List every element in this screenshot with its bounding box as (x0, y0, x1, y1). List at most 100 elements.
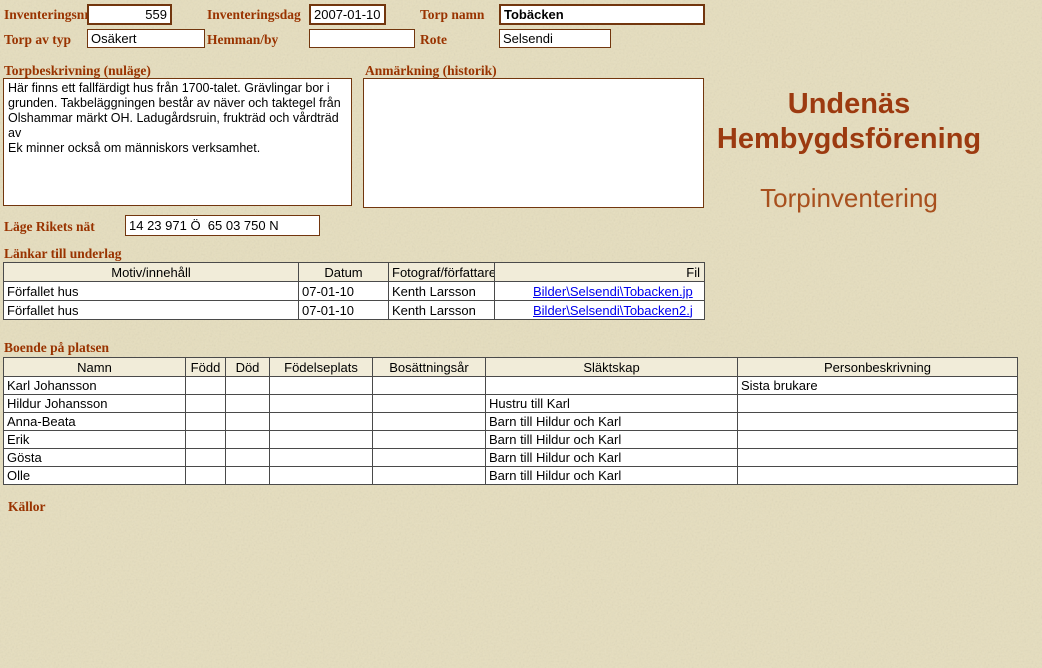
cell-namn: Hildur Johansson (4, 395, 186, 413)
cell-slaktskap: Barn till Hildur och Karl (486, 413, 738, 431)
residents-table-header-row: Namn Född Död Födelseplats Bosättningsår… (4, 358, 1018, 377)
cell-personbeskrivning (738, 467, 1018, 485)
cell-namn: Gösta (4, 449, 186, 467)
links-section-heading: Länkar till underlag (4, 246, 122, 262)
residents-col-bosattningsar: Bosättningsår (373, 358, 486, 377)
lage-rikets-nat-input[interactable] (125, 215, 320, 236)
table-row: Förfallet hus07-01-10Kenth Larsson Bilder… (4, 282, 705, 301)
inventeringsdag-label: Inventeringsdag (207, 7, 301, 23)
residents-col-personbeskrivning: Personbeskrivning (738, 358, 1018, 377)
residents-col-slaktskap: Släktskap (486, 358, 738, 377)
cell-bosattningsar (373, 395, 486, 413)
cell-personbeskrivning (738, 449, 1018, 467)
table-row: Erik Barn till Hildur och Karl (4, 431, 1018, 449)
cell-fodd (186, 377, 226, 395)
cell-fodd (186, 431, 226, 449)
cell-fodelseplats (270, 431, 373, 449)
org-title-line1: Undenäs (688, 87, 1010, 122)
cell-bosattningsar (373, 449, 486, 467)
cell-namn: Olle (4, 467, 186, 485)
table-row: Karl Johansson Sista brukare (4, 377, 1018, 395)
residents-col-fodelseplats: Födelseplats (270, 358, 373, 377)
cell-slaktskap: Barn till Hildur och Karl (486, 449, 738, 467)
sources-heading: Källor (8, 499, 46, 515)
cell-slaktskap: Barn till Hildur och Karl (486, 467, 738, 485)
links-table: Motiv/innehåll Datum Fotograf/författare… (3, 262, 705, 320)
org-title-line2: Hembygdsförening (688, 122, 1010, 157)
cell-bosattningsar (373, 467, 486, 485)
page-title: Torpinventering (688, 183, 1010, 214)
torpbeskrivning-label: Torpbeskrivning (nuläge) (4, 63, 151, 79)
cell-fil: Bilder\Selsendi\Tobacken.jp (495, 282, 705, 301)
table-row: Hildur Johansson Hustru till Karl (4, 395, 1018, 413)
table-row: Anna-Beata Barn till Hildur och Karl (4, 413, 1018, 431)
links-col-motiv: Motiv/innehåll (4, 263, 299, 282)
hemman-by-label: Hemman/by (207, 32, 278, 48)
residents-col-namn: Namn (4, 358, 186, 377)
cell-fodelseplats (270, 377, 373, 395)
cell-dod (226, 395, 270, 413)
cell-dod (226, 431, 270, 449)
cell-fotograf: Kenth Larsson (389, 301, 495, 320)
cell-datum: 07-01-10 (299, 301, 389, 320)
file-link[interactable]: Bilder\Selsendi\Tobacken.jp (533, 284, 693, 299)
cell-personbeskrivning: Sista brukare (738, 377, 1018, 395)
cell-personbeskrivning (738, 431, 1018, 449)
table-row: Gösta Barn till Hildur och Karl (4, 449, 1018, 467)
cell-fodelseplats (270, 449, 373, 467)
cell-slaktskap: Barn till Hildur och Karl (486, 431, 738, 449)
cell-namn: Karl Johansson (4, 377, 186, 395)
torpinventering-form-page: Inventeringsnr Inventeringsdag Torp namn… (0, 0, 1042, 668)
cell-dod (226, 413, 270, 431)
residents-table: Namn Född Död Födelseplats Bosättningsår… (3, 357, 1018, 485)
cell-motiv: Förfallet hus (4, 282, 299, 301)
inventeringsnr-label: Inventeringsnr (4, 7, 90, 23)
rote-input[interactable] (499, 29, 611, 48)
cell-fodelseplats (270, 413, 373, 431)
inventeringsdag-input[interactable] (309, 4, 386, 25)
cell-dod (226, 467, 270, 485)
cell-personbeskrivning (738, 413, 1018, 431)
links-col-fotograf: Fotograf/författare (389, 263, 495, 282)
cell-fodd (186, 413, 226, 431)
cell-bosattningsar (373, 413, 486, 431)
cell-namn: Anna-Beata (4, 413, 186, 431)
cell-fodelseplats (270, 395, 373, 413)
cell-datum: 07-01-10 (299, 282, 389, 301)
torpbeskrivning-textarea[interactable]: Här finns ett fallfärdigt hus från 1700-… (3, 78, 352, 206)
cell-fotograf: Kenth Larsson (389, 282, 495, 301)
table-row: Förfallet hus07-01-10Kenth Larsson Bilder… (4, 301, 705, 320)
inventeringsnr-input[interactable] (87, 4, 172, 25)
torp-namn-input[interactable] (499, 4, 705, 25)
file-link[interactable]: Bilder\Selsendi\Tobacken2.j (533, 303, 693, 318)
cell-fodelseplats (270, 467, 373, 485)
cell-slaktskap: Hustru till Karl (486, 395, 738, 413)
rote-label: Rote (420, 32, 447, 48)
cell-motiv: Förfallet hus (4, 301, 299, 320)
links-col-fil: Fil (495, 263, 705, 282)
links-table-header-row: Motiv/innehåll Datum Fotograf/författare… (4, 263, 705, 282)
residents-section-heading: Boende på platsen (4, 340, 109, 356)
table-row: Olle Barn till Hildur och Karl (4, 467, 1018, 485)
torp-av-typ-label: Torp av typ (4, 32, 71, 48)
anmarkning-textarea[interactable] (363, 78, 704, 208)
cell-personbeskrivning (738, 395, 1018, 413)
hemman-by-input[interactable] (309, 29, 415, 48)
cell-dod (226, 449, 270, 467)
cell-fil: Bilder\Selsendi\Tobacken2.j (495, 301, 705, 320)
residents-col-fodd: Född (186, 358, 226, 377)
torp-namn-label: Torp namn (420, 7, 484, 23)
cell-fodd (186, 449, 226, 467)
lage-rikets-nat-label: Läge Rikets nät (4, 219, 95, 235)
links-col-datum: Datum (299, 263, 389, 282)
cell-bosattningsar (373, 431, 486, 449)
cell-fodd (186, 467, 226, 485)
residents-col-dod: Död (226, 358, 270, 377)
org-title-block: Undenäs Hembygdsförening Torpinventering (688, 87, 1010, 214)
cell-dod (226, 377, 270, 395)
cell-bosattningsar (373, 377, 486, 395)
cell-namn: Erik (4, 431, 186, 449)
cell-slaktskap (486, 377, 738, 395)
anmarkning-label: Anmärkning (historik) (365, 63, 497, 79)
torp-av-typ-input[interactable] (87, 29, 205, 48)
